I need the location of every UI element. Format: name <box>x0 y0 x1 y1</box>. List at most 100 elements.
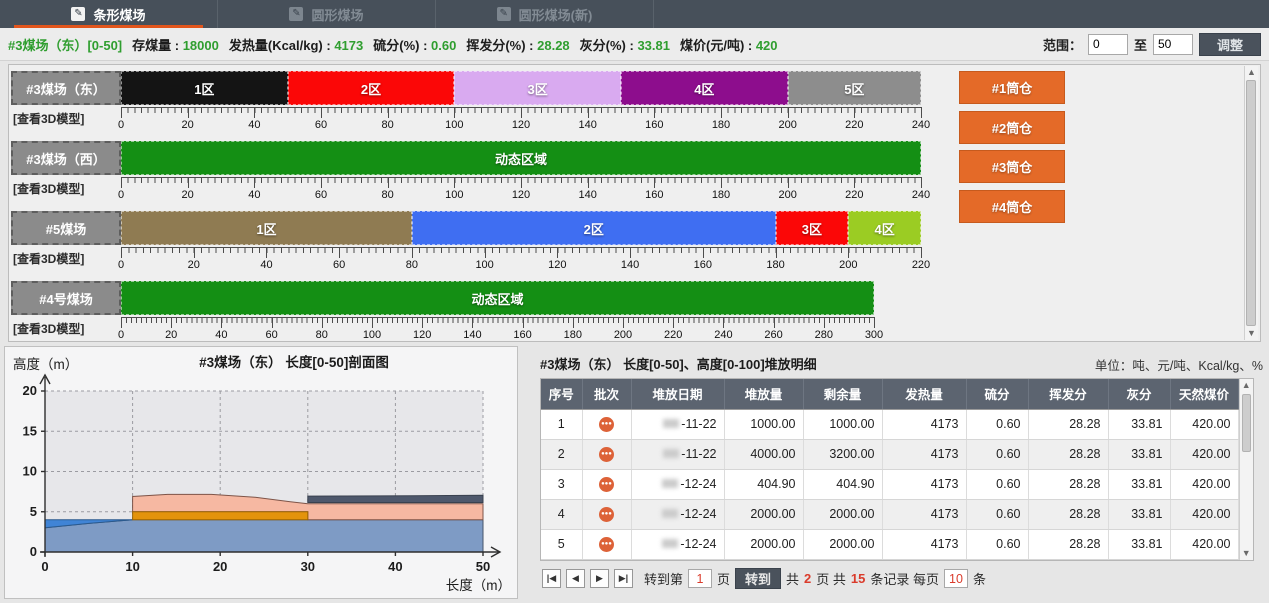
zone-segment[interactable]: 2区 <box>412 211 776 245</box>
total-pages: 2 <box>804 571 811 586</box>
ruler-tick-label: 220 <box>837 189 871 201</box>
range-to-input[interactable] <box>1153 34 1193 55</box>
yard-panel-scrollbar[interactable]: ▲ ▼ <box>1244 66 1258 340</box>
pager-next-button[interactable]: ▶ <box>590 569 609 588</box>
batch-comment-icon[interactable]: ●●● <box>599 417 614 432</box>
ruler-tick-label: 300 <box>857 329 891 341</box>
tab-3[interactable]: ✎圆形煤场(新) <box>436 0 654 28</box>
scrollbar-thumb[interactable] <box>1246 80 1256 326</box>
tab-2[interactable]: ✎圆形煤场 <box>218 0 436 28</box>
cell-value: 33.81 <box>1108 409 1170 439</box>
batch-comment-icon[interactable]: ●●● <box>599 537 614 552</box>
yard-label[interactable]: #3煤场（西） <box>11 141 121 175</box>
ruler-tick-label: 200 <box>771 119 805 131</box>
pager-first-button[interactable]: |◀ <box>542 569 561 588</box>
ruler-tick-label: 220 <box>656 329 690 341</box>
cell-value: 0.60 <box>966 529 1028 559</box>
zone-segment[interactable]: 4区 <box>848 211 921 245</box>
cell-value: 28.28 <box>1028 409 1108 439</box>
metric-value: 33.81 <box>637 38 670 53</box>
cell-value: 420.00 <box>1170 529 1238 559</box>
ruler-tick <box>121 317 122 328</box>
yard-label[interactable]: #3煤场（东） <box>11 71 121 105</box>
ruler-tick <box>521 177 522 188</box>
cell-value: 33.81 <box>1108 529 1170 559</box>
zone-segment[interactable]: 5区 <box>788 71 921 105</box>
metric-value: 28.28 <box>537 38 570 53</box>
adjust-button[interactable]: 调整 <box>1199 33 1261 56</box>
yard-label[interactable]: #5煤场 <box>11 211 121 245</box>
ruler-tick-label: 80 <box>371 119 405 131</box>
cell-date: -11-22 <box>631 439 724 469</box>
cell-value: 0.60 <box>966 439 1028 469</box>
range-controls: 范围： 至 调整 <box>1043 33 1261 56</box>
table-scroll-down-icon[interactable]: ▼ <box>1240 547 1254 560</box>
view-3d-link[interactable]: [查看3D模型] <box>13 180 84 197</box>
pager-goto-label: 转到第 <box>644 569 683 588</box>
zone-segment[interactable]: 4区 <box>621 71 788 105</box>
x-tick-label: 40 <box>388 559 402 574</box>
view-3d-link[interactable]: [查看3D模型] <box>13 110 84 127</box>
table-header-cell: 灰分 <box>1108 379 1170 409</box>
ruler-tick <box>485 247 486 258</box>
table-row: 4●●●-12-242000.002000.0041730.6028.2833.… <box>541 499 1238 529</box>
cell-date: -12-24 <box>631 529 724 559</box>
zone-track: 动态区域 <box>121 141 921 175</box>
y-tick-label: 10 <box>23 464 37 479</box>
profile-chart-panel: 0510152001020304050#3煤场（东） 长度[0-50]剖面图高度… <box>4 346 518 599</box>
cell-value: 2000.00 <box>803 499 882 529</box>
ruler-tick-label: 40 <box>237 189 271 201</box>
metric-label: 挥发分(%) : <box>466 38 537 53</box>
silo-button-3[interactable]: #3筒仓 <box>959 150 1065 183</box>
zone-segment[interactable]: 动态区域 <box>121 281 874 315</box>
tab-label: 圆形煤场(新) <box>519 5 593 24</box>
redacted-year <box>662 539 678 548</box>
batch-comment-icon[interactable]: ●●● <box>599 447 614 462</box>
ruler-tick <box>388 107 389 118</box>
cell-value: 28.28 <box>1028 499 1108 529</box>
y-axis-label: 高度（m） <box>13 356 78 372</box>
table-row: 3●●●-12-24404.90404.9041730.6028.2833.81… <box>541 469 1238 499</box>
zone-segment[interactable]: 1区 <box>121 211 412 245</box>
metric-value: 4173 <box>334 38 363 53</box>
pagination: |◀ ◀ ▶ ▶| 转到第 页 转到 共 2 页 共 15 条记录 每页 10 … <box>542 568 986 589</box>
zone-segment[interactable]: 2区 <box>288 71 455 105</box>
y-tick-label: 15 <box>23 423 37 438</box>
ruler-tick-label: 80 <box>395 259 429 271</box>
cell-seq: 1 <box>541 409 582 439</box>
table-row: 5●●●-12-242000.002000.0041730.6028.2833.… <box>541 529 1238 559</box>
zone-segment[interactable]: 3区 <box>776 211 849 245</box>
pager-prev-button[interactable]: ◀ <box>566 569 585 588</box>
tab-bar: ✎条形煤场✎圆形煤场✎圆形煤场(新) <box>0 0 1269 28</box>
table-scrollbar-thumb[interactable] <box>1242 394 1251 452</box>
ruler-tick-label: 80 <box>371 189 405 201</box>
tab-1[interactable]: ✎条形煤场 <box>0 0 218 28</box>
zone-segment[interactable]: 3区 <box>454 71 621 105</box>
table-scrollbar[interactable]: ▲ ▼ <box>1239 379 1254 560</box>
scroll-up-icon[interactable]: ▲ <box>1245 66 1258 79</box>
cell-value: 4173 <box>882 529 966 559</box>
ruler-tick <box>454 177 455 188</box>
table-scroll-up-icon[interactable]: ▲ <box>1240 379 1254 392</box>
silo-button-4[interactable]: #4筒仓 <box>959 190 1065 223</box>
pager-goto-button[interactable]: 转到 <box>735 568 781 589</box>
silo-button-1[interactable]: #1筒仓 <box>959 71 1065 104</box>
zone-segment[interactable]: 动态区域 <box>121 141 921 175</box>
scroll-down-icon[interactable]: ▼ <box>1245 327 1258 340</box>
ruler-tick <box>521 107 522 118</box>
view-3d-link[interactable]: [查看3D模型] <box>13 250 84 267</box>
x-tick-label: 10 <box>125 559 139 574</box>
cell-seq: 2 <box>541 439 582 469</box>
silo-button-2[interactable]: #2筒仓 <box>959 111 1065 144</box>
batch-comment-icon[interactable]: ●●● <box>599 507 614 522</box>
range-from-input[interactable] <box>1088 34 1128 55</box>
page-number-input[interactable] <box>688 569 712 588</box>
batch-comment-icon[interactable]: ●●● <box>599 477 614 492</box>
ruler-tick-label: 120 <box>504 119 538 131</box>
view-3d-link[interactable]: [查看3D模型] <box>13 320 84 337</box>
yard-label[interactable]: #4号煤场 <box>11 281 121 315</box>
y-tick-label: 0 <box>30 544 37 559</box>
pager-last-button[interactable]: ▶| <box>614 569 633 588</box>
zone-segment[interactable]: 1区 <box>121 71 288 105</box>
ruler-tick <box>272 317 273 328</box>
